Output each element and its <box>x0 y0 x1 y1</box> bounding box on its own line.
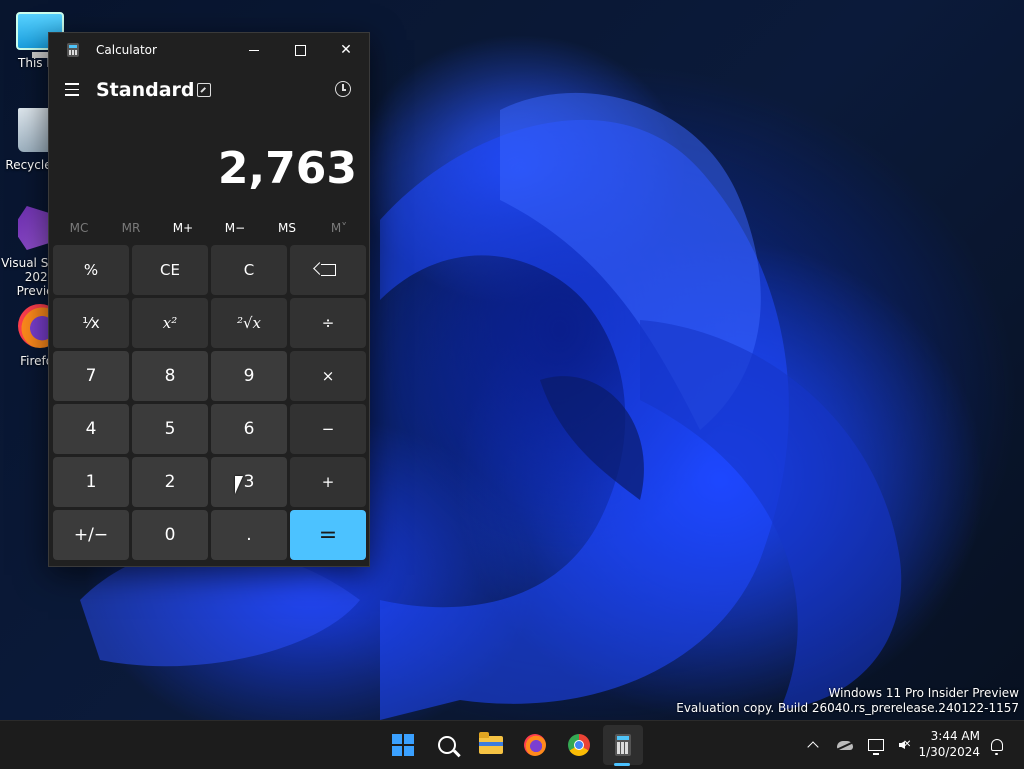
mode-title: Standard <box>96 79 195 101</box>
chrome-taskbar-button[interactable] <box>563 729 595 761</box>
digit-8-button[interactable]: 8 <box>132 351 208 401</box>
volume-tray-button[interactable]: ✕ <box>892 735 912 755</box>
window-title: Calculator <box>96 43 157 57</box>
subtract-button[interactable]: − <box>290 404 366 454</box>
square-root-button[interactable]: ²√x <box>211 298 287 348</box>
keep-on-top-icon[interactable] <box>197 83 211 97</box>
menu-icon[interactable] <box>65 83 79 100</box>
maximize-icon <box>294 44 306 56</box>
mute-x-icon: ✕ <box>903 739 912 750</box>
taskbar: ✕ 3:44 AM 1/30/2024 <box>0 720 1024 769</box>
digit-1-button[interactable]: 1 <box>53 457 129 507</box>
digit-2-button[interactable]: 2 <box>132 457 208 507</box>
active-indicator <box>614 763 630 766</box>
calculator-icon <box>615 734 631 756</box>
network-monitor-icon <box>868 739 884 755</box>
memory-subtract-button[interactable]: M− <box>209 215 261 241</box>
clock-time: 3:44 AM <box>930 729 980 743</box>
backspace-button[interactable] <box>290 245 366 295</box>
search-button[interactable] <box>431 729 463 761</box>
memory-recall-button[interactable]: MR <box>105 215 157 241</box>
keypad: % CE C ⅟x x² ²√x ÷ 7 8 9 × 4 5 6 − 1 2 3… <box>53 245 366 560</box>
memory-store-button[interactable]: MS <box>261 215 313 241</box>
result-display: 2,763 <box>217 143 357 194</box>
watermark-line-1: Windows 11 Pro Insider Preview <box>828 686 1019 700</box>
digit-7-button[interactable]: 7 <box>53 351 129 401</box>
multiply-button[interactable]: × <box>290 351 366 401</box>
square-button[interactable]: x² <box>132 298 208 348</box>
calculator-header: Standard <box>49 73 369 107</box>
firefox-icon <box>524 734 546 756</box>
history-icon[interactable] <box>335 81 351 97</box>
negate-button[interactable]: +/− <box>53 510 129 560</box>
calculator-taskbar-button[interactable] <box>607 729 639 761</box>
clock-date: 1/30/2024 <box>918 745 980 759</box>
reciprocal-button[interactable]: ⅟x <box>53 298 129 348</box>
equals-button[interactable]: = <box>290 510 366 560</box>
watermark-line-2: Evaluation copy. Build 26040.rs_prerelea… <box>676 701 1019 715</box>
memory-clear-button[interactable]: MC <box>53 215 105 241</box>
percent-button[interactable]: % <box>53 245 129 295</box>
chevron-up-icon <box>807 741 819 753</box>
backspace-icon <box>320 264 336 276</box>
digit-6-button[interactable]: 6 <box>211 404 287 454</box>
mouse-cursor-icon <box>235 476 243 494</box>
digit-5-button[interactable]: 5 <box>132 404 208 454</box>
clock[interactable]: 3:44 AM 1/30/2024 <box>918 728 980 760</box>
memory-list-button[interactable]: M˅ <box>313 215 365 241</box>
show-hidden-icons-button[interactable] <box>803 735 823 755</box>
chrome-icon <box>568 734 590 756</box>
maximize-button[interactable] <box>277 33 323 67</box>
close-button[interactable]: ✕ <box>323 33 369 67</box>
onedrive-tray-button[interactable] <box>835 735 855 755</box>
divide-button[interactable]: ÷ <box>290 298 366 348</box>
file-explorer-button[interactable] <box>475 729 507 761</box>
cloud-off-icon <box>837 740 853 750</box>
digit-0-button[interactable]: 0 <box>132 510 208 560</box>
calculator-app-icon <box>67 43 79 57</box>
firefox-taskbar-button[interactable] <box>519 729 551 761</box>
windows-logo-icon <box>392 734 414 756</box>
start-button[interactable] <box>387 729 419 761</box>
minimize-button[interactable] <box>231 33 277 67</box>
close-icon: ✕ <box>340 42 352 58</box>
clear-entry-button[interactable]: CE <box>132 245 208 295</box>
notifications-button[interactable] <box>987 735 1007 755</box>
decimal-button[interactable]: . <box>211 510 287 560</box>
search-icon <box>438 736 456 754</box>
digit-3-button[interactable]: 3 <box>211 457 287 507</box>
bell-icon <box>991 739 1003 755</box>
digit-4-button[interactable]: 4 <box>53 404 129 454</box>
folder-icon <box>479 732 503 754</box>
memory-row: MC MR M+ M− MS M˅ <box>53 215 365 241</box>
memory-add-button[interactable]: M+ <box>157 215 209 241</box>
os-watermark: Windows 11 Pro Insider Preview Evaluatio… <box>676 686 1019 716</box>
title-bar[interactable]: Calculator ✕ <box>49 33 369 67</box>
clear-button[interactable]: C <box>211 245 287 295</box>
minimize-icon <box>249 49 259 51</box>
digit-9-button[interactable]: 9 <box>211 351 287 401</box>
network-tray-button[interactable] <box>866 735 886 755</box>
calculator-window: Calculator ✕ Standard 2,763 MC MR M+ M− … <box>48 32 370 567</box>
add-button[interactable]: + <box>290 457 366 507</box>
